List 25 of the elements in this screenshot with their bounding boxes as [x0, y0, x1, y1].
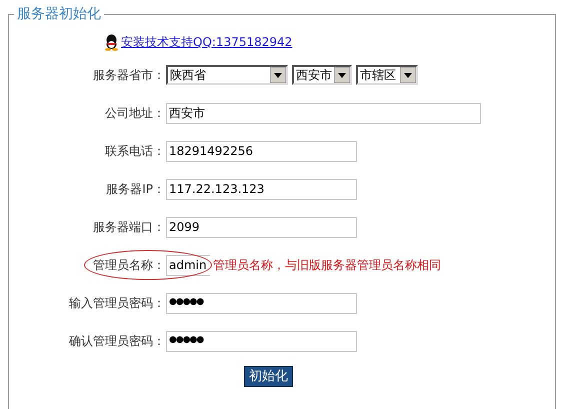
input-field[interactable]: 117.22.123.123: [166, 178, 357, 200]
input-field[interactable]: admin: [166, 254, 210, 276]
caret-icon: [400, 67, 416, 83]
support-link[interactable]: 安装技术支持QQ:1375182942: [121, 33, 292, 51]
field-label: 联系电话：: [105, 143, 165, 160]
input-field[interactable]: 18291492256: [166, 140, 357, 162]
dropdown[interactable]: 陕西省: [166, 65, 288, 85]
initialize-button[interactable]: 初始化: [244, 366, 293, 387]
dropdown[interactable]: 西安市: [292, 65, 352, 85]
caret-icon: [270, 67, 286, 83]
password-field[interactable]: ●●●●●: [166, 330, 357, 352]
input-field[interactable]: 2099: [166, 216, 357, 238]
hint-text: 管理员名称，与旧版服务器管理员名称相同: [213, 257, 441, 274]
field-label: 管理员名称：: [93, 257, 165, 274]
field-label: 输入管理员密码：: [69, 295, 165, 312]
dropdown[interactable]: 市辖区: [356, 65, 418, 85]
field-label: 确认管理员密码：: [69, 333, 165, 350]
caret-icon: [334, 67, 350, 83]
field-label: 公司地址：: [105, 105, 165, 122]
field-label: 服务器端口：: [93, 219, 165, 236]
field-label: 服务器省市：: [93, 67, 165, 84]
field-label: 服务器IP：: [106, 181, 165, 198]
input-field[interactable]: 西安市: [166, 102, 481, 124]
password-field[interactable]: ●●●●●: [166, 292, 357, 314]
penguin-icon: [104, 34, 119, 50]
